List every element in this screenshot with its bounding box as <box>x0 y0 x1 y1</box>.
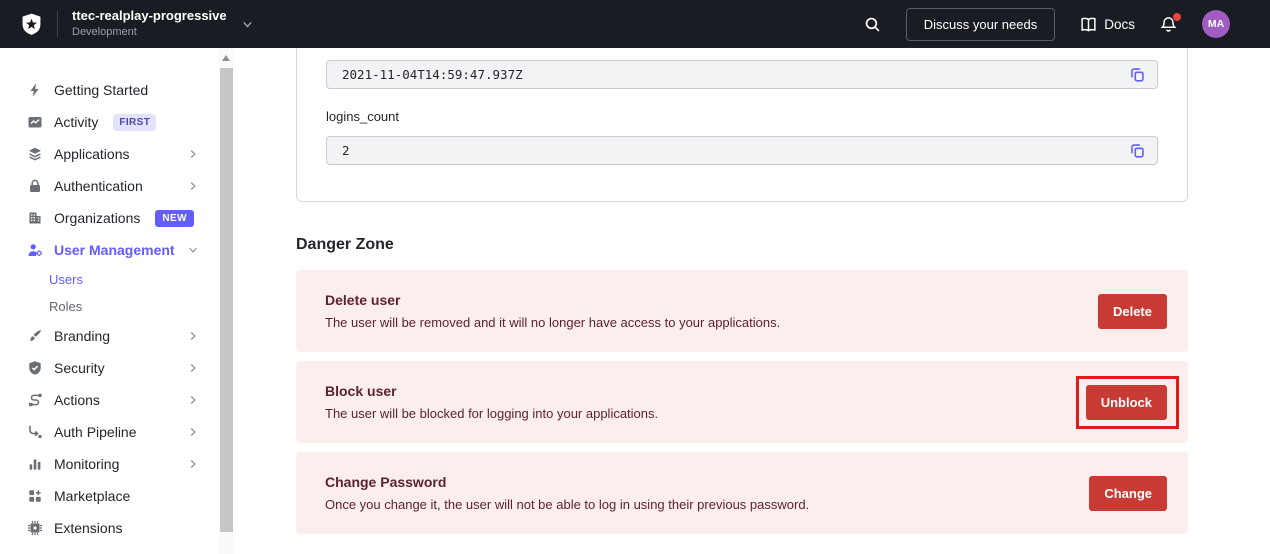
readonly-field: 2021-11-04T14:59:47.937Z <box>326 60 1158 89</box>
avatar[interactable]: MA <box>1202 10 1230 38</box>
topbar: ttec-realplay-progressive Development Di… <box>0 0 1270 48</box>
first-badge: FIRST <box>113 114 156 131</box>
sidebar-subitem-label: Users <box>49 272 83 287</box>
sidebar-scrollbar[interactable] <box>218 48 235 554</box>
notifications-bell-icon[interactable] <box>1160 16 1177 33</box>
chevron-right-icon <box>187 426 199 438</box>
chevron-right-icon <box>187 394 199 406</box>
flow-icon <box>27 392 43 408</box>
building-icon <box>27 210 43 226</box>
scrollbar-thumb[interactable] <box>220 68 233 532</box>
notification-dot <box>1173 13 1181 21</box>
chevron-right-icon <box>187 180 199 192</box>
sidebar-item-label: Marketplace <box>54 488 130 504</box>
sidebar-item-label: User Management <box>54 242 175 258</box>
danger-title: Change Password <box>325 474 1089 490</box>
tenant-environment: Development <box>72 26 227 39</box>
sidebar-item-branding[interactable]: Branding <box>0 320 235 352</box>
sidebar: Getting Started Activity FIRST Applications… <box>0 48 235 554</box>
chevron-down-icon[interactable] <box>241 18 254 31</box>
activity-icon <box>27 114 43 130</box>
danger-description: The user will be removed and it will no … <box>325 315 1098 330</box>
marketplace-icon <box>27 488 43 504</box>
copy-icon[interactable] <box>1129 142 1146 159</box>
lock-icon <box>27 178 43 194</box>
sidebar-item-label: Actions <box>54 392 100 408</box>
applications-icon <box>27 146 43 162</box>
danger-panel-change-password: Change Password Once you change it, the u… <box>296 452 1188 534</box>
chevron-right-icon <box>187 148 199 160</box>
field-label: logins_count <box>326 109 1158 124</box>
danger-panel-delete-user: Delete user The user will be removed and … <box>296 270 1188 352</box>
unblock-button[interactable]: Unblock <box>1086 385 1167 420</box>
new-badge: NEW <box>155 210 194 227</box>
shield-icon <box>27 360 43 376</box>
sidebar-item-label: Applications <box>54 146 130 162</box>
sidebar-item-label: Auth Pipeline <box>54 424 137 440</box>
sidebar-item-getting-started[interactable]: Getting Started <box>0 74 235 106</box>
auth0-logo-icon <box>20 12 43 36</box>
sidebar-item-extensions[interactable]: Extensions <box>0 512 235 544</box>
danger-panel-block-user: Block user The user will be blocked for l… <box>296 361 1188 443</box>
pipeline-icon <box>27 424 43 440</box>
sidebar-item-authentication[interactable]: Authentication <box>0 170 235 202</box>
discuss-your-needs-button[interactable]: Discuss your needs <box>906 8 1055 41</box>
danger-description: Once you change it, the user will not be… <box>325 497 1089 512</box>
button-wrap: Delete <box>1098 294 1167 329</box>
danger-title: Block user <box>325 383 1086 399</box>
chevron-right-icon <box>187 458 199 470</box>
bar-chart-icon <box>27 456 43 472</box>
scrollbar-up-arrow[interactable] <box>222 55 230 61</box>
sidebar-item-users[interactable]: Users <box>0 266 235 293</box>
highlight-annotation-box: Unblock <box>1086 385 1167 420</box>
sidebar-item-label: Authentication <box>54 178 143 194</box>
field-value: 2 <box>342 143 1129 158</box>
button-wrap: Change <box>1089 476 1167 511</box>
change-button[interactable]: Change <box>1089 476 1167 511</box>
sidebar-item-user-management[interactable]: User Management <box>0 234 235 266</box>
sidebar-item-auth-pipeline[interactable]: Auth Pipeline <box>0 416 235 448</box>
topbar-divider <box>57 11 58 37</box>
main-content: 2021-11-04T14:59:47.937Z logins_count 2 Da… <box>235 48 1270 554</box>
docs-label: Docs <box>1104 17 1135 32</box>
sidebar-subitem-label: Roles <box>49 299 82 314</box>
sidebar-item-label: Extensions <box>54 520 122 536</box>
sidebar-item-label: Organizations <box>54 210 140 226</box>
sidebar-item-label: Branding <box>54 328 110 344</box>
danger-title: Delete user <box>325 292 1098 308</box>
search-icon[interactable] <box>864 16 881 33</box>
sidebar-item-label: Security <box>54 360 105 376</box>
sidebar-item-activity[interactable]: Activity FIRST <box>0 106 235 138</box>
paintbrush-icon <box>27 328 43 344</box>
chevron-down-icon <box>187 244 199 256</box>
danger-zone-heading: Danger Zone <box>296 236 1188 254</box>
copy-icon[interactable] <box>1129 66 1146 83</box>
sidebar-item-roles[interactable]: Roles <box>0 293 235 320</box>
sidebar-item-actions[interactable]: Actions <box>0 384 235 416</box>
chevron-right-icon <box>187 362 199 374</box>
chevron-right-icon <box>187 330 199 342</box>
user-gear-icon <box>27 242 43 258</box>
tenant-switcher[interactable]: ttec-realplay-progressive Development <box>72 9 227 39</box>
readonly-field: 2 <box>326 136 1158 165</box>
sidebar-item-organizations[interactable]: Organizations NEW <box>0 202 235 234</box>
lightning-icon <box>27 82 43 98</box>
book-icon <box>1080 16 1097 33</box>
danger-description: The user will be blocked for logging int… <box>325 406 1086 421</box>
sidebar-item-monitoring[interactable]: Monitoring <box>0 448 235 480</box>
docs-link[interactable]: Docs <box>1080 16 1135 33</box>
sidebar-item-label: Activity <box>54 114 98 130</box>
chip-icon <box>27 520 43 536</box>
user-detail-card: 2021-11-04T14:59:47.937Z logins_count 2 <box>296 48 1188 202</box>
sidebar-item-security[interactable]: Security <box>0 352 235 384</box>
sidebar-item-marketplace[interactable]: Marketplace <box>0 480 235 512</box>
tenant-name: ttec-realplay-progressive <box>72 9 227 24</box>
field-value: 2021-11-04T14:59:47.937Z <box>342 67 1129 82</box>
sidebar-item-label: Monitoring <box>54 456 119 472</box>
sidebar-item-label: Getting Started <box>54 82 148 98</box>
sidebar-item-applications[interactable]: Applications <box>0 138 235 170</box>
delete-button[interactable]: Delete <box>1098 294 1167 329</box>
